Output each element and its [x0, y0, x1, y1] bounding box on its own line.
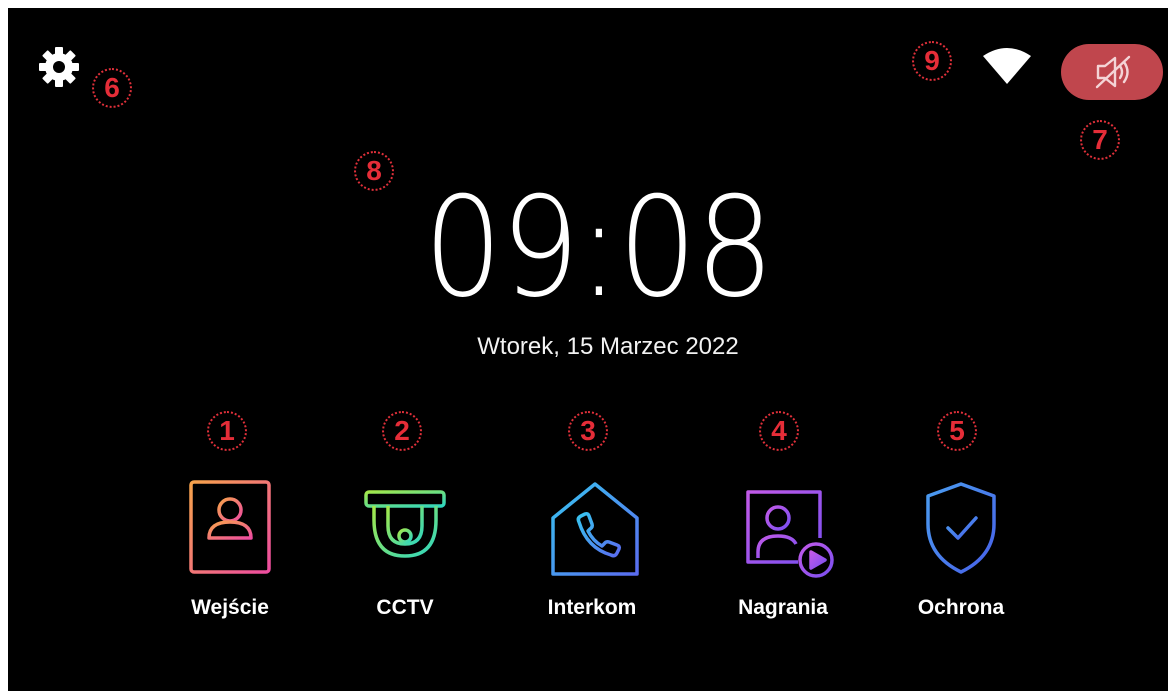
- callout-5: 5: [937, 411, 977, 451]
- wifi-icon: [983, 48, 1031, 84]
- callout-3: 3: [568, 411, 608, 451]
- tile-nagrania[interactable]: Nagrania: [708, 473, 858, 638]
- callout-4: 4: [759, 411, 799, 451]
- speaker-muted-icon: [1095, 55, 1131, 89]
- tile-label-interkom: Interkom: [547, 596, 637, 619]
- callout-9: 9: [912, 41, 952, 81]
- home-screen: 6 9 7 8 09:08 Wtorek, 15 Marzec 2022 1 2…: [8, 8, 1168, 691]
- gear-icon: [39, 47, 79, 87]
- tile-label-cctv: CCTV: [376, 596, 434, 619]
- mute-toggle-button[interactable]: [1061, 44, 1163, 100]
- tile-interkom[interactable]: Interkom: [517, 473, 667, 638]
- callout-6: 6: [92, 68, 132, 108]
- recording-icon: [746, 490, 834, 578]
- tile-label-ochrona: Ochrona: [917, 596, 1005, 619]
- tile-wejscie[interactable]: Wejście: [155, 473, 305, 638]
- settings-button[interactable]: [38, 46, 80, 88]
- callout-8: 8: [354, 151, 394, 191]
- tile-label-nagrania: Nagrania: [738, 596, 828, 619]
- wifi-status: [981, 48, 1033, 86]
- tile-label-wejscie: Wejście: [191, 596, 269, 619]
- door-station-icon: [189, 480, 271, 574]
- callout-7: 7: [1080, 120, 1120, 160]
- callout-2: 2: [382, 411, 422, 451]
- dome-camera-icon: [364, 490, 446, 558]
- clock-date: Wtorek, 15 Marzec 2022: [477, 333, 739, 360]
- clock-time: 09:08: [423, 167, 775, 328]
- tile-cctv[interactable]: CCTV: [330, 473, 480, 638]
- shield-check-icon: [926, 482, 996, 574]
- callout-1: 1: [207, 411, 247, 451]
- tile-ochrona[interactable]: Ochrona: [886, 473, 1036, 638]
- house-phone-icon: [551, 482, 639, 576]
